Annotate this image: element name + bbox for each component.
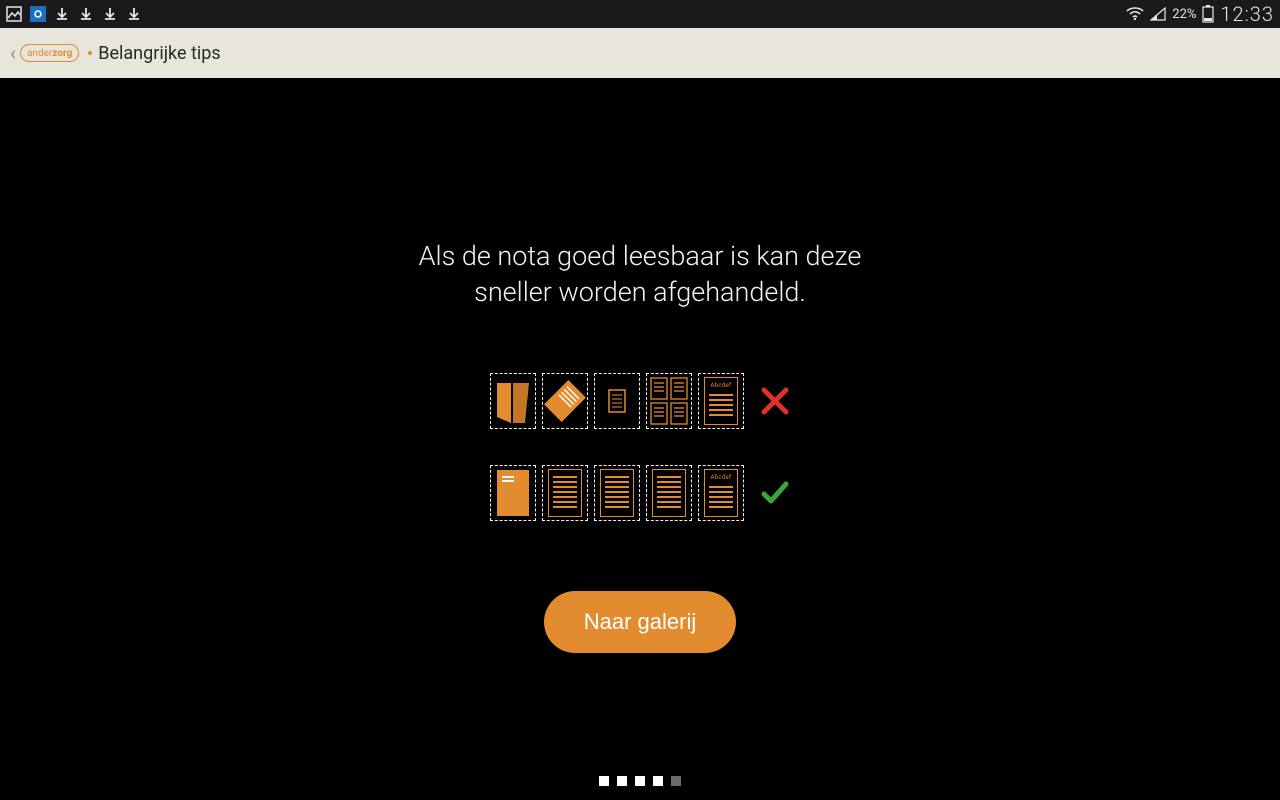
back-icon[interactable]: ‹ (10, 41, 16, 65)
pager-dot[interactable] (635, 776, 645, 786)
gallery-button[interactable]: Naar galerij (544, 591, 737, 653)
download-icon (78, 6, 94, 22)
bad-folded-icon (490, 373, 536, 429)
statusbar: 22% 12:33 (0, 0, 1280, 28)
pager-dot[interactable] (617, 776, 627, 786)
clock: 12:33 (1220, 2, 1274, 26)
brand-dot-icon (88, 51, 92, 55)
tip-text: Als de nota goed leesbaar is kan deze sn… (419, 238, 862, 311)
bad-rotated-icon (542, 373, 588, 429)
signal-icon (1150, 7, 1166, 21)
app-icon (30, 6, 46, 22)
bad-blurry-icon: Abcdef (698, 373, 744, 429)
pager (0, 776, 1280, 786)
battery-percentage: 22% (1172, 7, 1196, 22)
battery-icon (1202, 5, 1214, 23)
tip-line-2: sneller worden afgehandeld. (474, 276, 806, 308)
good-doc-icon (542, 465, 588, 521)
appbar: ‹ anderzorg Belangrijke tips (0, 28, 1280, 78)
pager-dot-current[interactable] (671, 776, 681, 786)
statusbar-right: 22% 12:33 (1126, 2, 1274, 26)
pager-dot[interactable] (599, 776, 609, 786)
check-icon (760, 478, 790, 508)
good-doc-header: Abcdef (711, 474, 732, 481)
download-icon (102, 6, 118, 22)
tip-line-1: Als de nota goed leesbaar is kan deze (419, 240, 862, 272)
cross-icon (760, 386, 790, 416)
brand-badge[interactable]: anderzorg (20, 44, 79, 62)
bad-small-icon (594, 373, 640, 429)
good-doc-icon (594, 465, 640, 521)
good-examples-row: Abcdef (490, 465, 790, 521)
download-icon (54, 6, 70, 22)
statusbar-left (6, 6, 142, 22)
illustration: Abcdef Abcdef (490, 373, 790, 521)
brand-right: zorg (52, 48, 72, 59)
good-doc-icon (646, 465, 692, 521)
content: Als de nota goed leesbaar is kan deze sn… (0, 78, 1280, 800)
good-doc-icon (490, 465, 536, 521)
download-icon (126, 6, 142, 22)
bad-multi-icon (646, 373, 692, 429)
page-title: Belangrijke tips (98, 43, 220, 64)
brand-left: ander (27, 48, 52, 59)
bad-doc-header: Abcdef (711, 382, 732, 389)
gallery-icon (6, 6, 22, 22)
pager-dot[interactable] (653, 776, 663, 786)
bad-examples-row: Abcdef (490, 373, 790, 429)
good-doc-icon: Abcdef (698, 465, 744, 521)
wifi-icon (1126, 7, 1144, 21)
